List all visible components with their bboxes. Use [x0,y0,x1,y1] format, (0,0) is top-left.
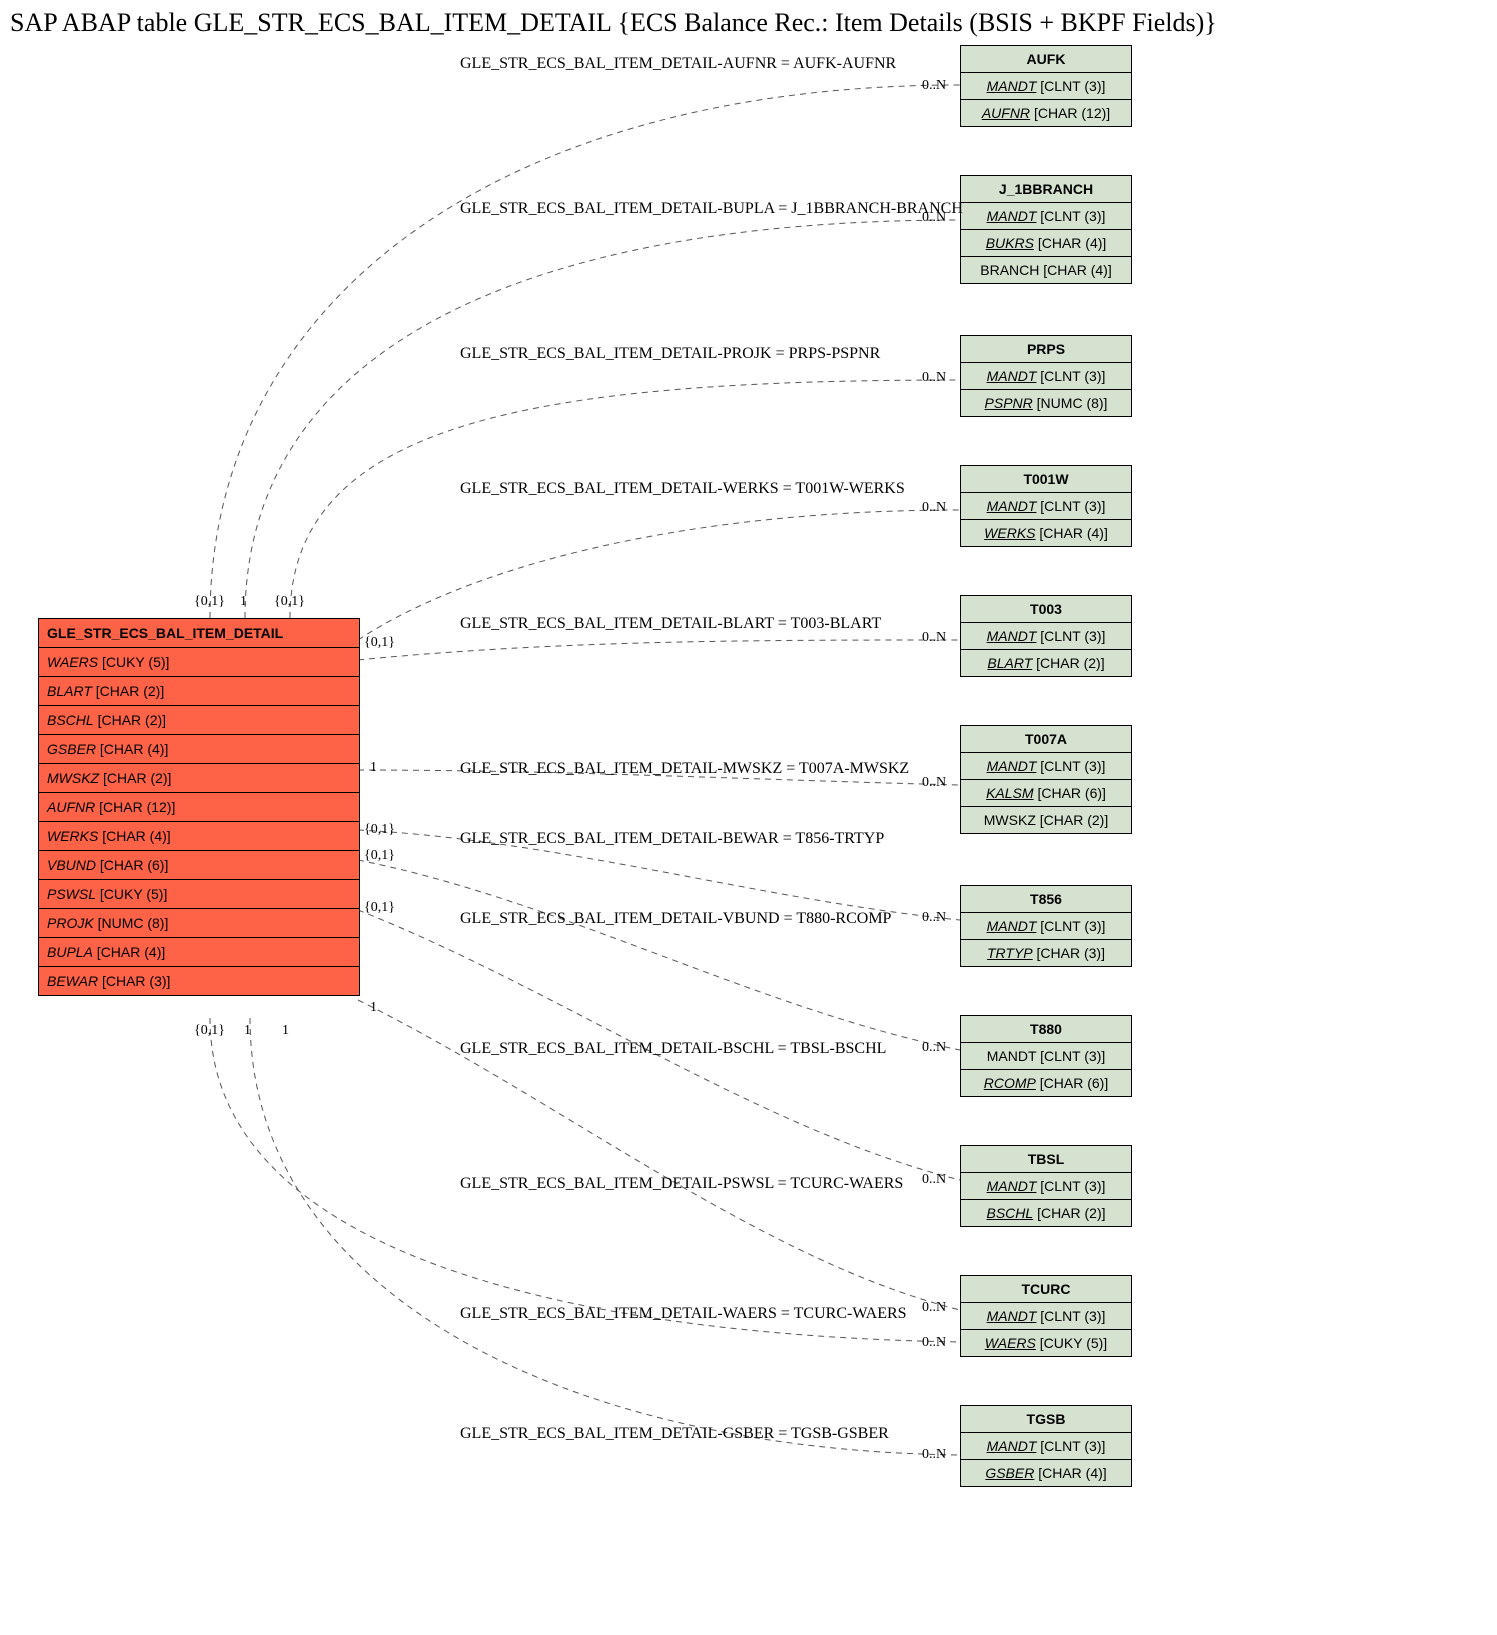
multiplicity-source: {0,1} [194,1023,225,1039]
relationship-label: GLE_STR_ECS_BAL_ITEM_DETAIL-BLART = T003… [460,615,881,633]
relationship-label: GLE_STR_ECS_BAL_ITEM_DETAIL-BUPLA = J_1B… [460,200,963,218]
multiplicity-target: 0..N [922,210,946,226]
ref-table-field: BSCHL [CHAR (2)] [961,1200,1131,1226]
multiplicity-target: 0..N [922,630,946,646]
ref-table-field: BLART [CHAR (2)] [961,650,1131,676]
multiplicity-source: {0,1} [194,594,225,610]
relationship-label: GLE_STR_ECS_BAL_ITEM_DETAIL-PSWSL = TCUR… [460,1175,903,1193]
ref-table-field: MANDT [CLNT (3)] [961,1303,1131,1330]
ref-table-tcurc: TCURCMANDT [CLNT (3)]WAERS [CUKY (5)] [960,1275,1132,1357]
relationship-label: GLE_STR_ECS_BAL_ITEM_DETAIL-AUFNR = AUFK… [460,55,896,73]
ref-table-t856: T856MANDT [CLNT (3)]TRTYP [CHAR (3)] [960,885,1132,967]
ref-table-t001w: T001WMANDT [CLNT (3)]WERKS [CHAR (4)] [960,465,1132,547]
ref-table-j_1bbranch: J_1BBRANCHMANDT [CLNT (3)]BUKRS [CHAR (4… [960,175,1132,284]
ref-table-field: MANDT [CLNT (3)] [961,493,1131,520]
relationship-label: GLE_STR_ECS_BAL_ITEM_DETAIL-MWSKZ = T007… [460,760,909,778]
main-field-row: BEWAR [CHAR (3)] [39,967,359,995]
main-field-row: BUPLA [CHAR (4)] [39,938,359,967]
main-field-row: AUFNR [CHAR (12)] [39,793,359,822]
ref-table-field: RCOMP [CHAR (6)] [961,1070,1131,1096]
multiplicity-source: {0,1} [274,594,305,610]
multiplicity-target: 0..N [922,1447,946,1463]
multiplicity-source: {0,1} [364,822,395,838]
multiplicity-target: 0..N [922,1300,946,1316]
main-entity-name: GLE_STR_ECS_BAL_ITEM_DETAIL [39,619,359,648]
main-field-row: BLART [CHAR (2)] [39,677,359,706]
main-field-row: GSBER [CHAR (4)] [39,735,359,764]
ref-table-field: MANDT [CLNT (3)] [961,753,1131,780]
ref-table-field: MANDT [CLNT (3)] [961,1173,1131,1200]
ref-table-aufk: AUFKMANDT [CLNT (3)]AUFNR [CHAR (12)] [960,45,1132,127]
relationship-label: GLE_STR_ECS_BAL_ITEM_DETAIL-GSBER = TGSB… [460,1425,889,1443]
diagram-title: SAP ABAP table GLE_STR_ECS_BAL_ITEM_DETA… [10,8,1217,38]
multiplicity-target: 0..N [922,370,946,386]
ref-table-field: MANDT [CLNT (3)] [961,1043,1131,1070]
multiplicity-target: 0..N [922,78,946,94]
ref-table-field: MANDT [CLNT (3)] [961,203,1131,230]
ref-table-tgsb: TGSBMANDT [CLNT (3)]GSBER [CHAR (4)] [960,1405,1132,1487]
multiplicity-target: 0..N [922,500,946,516]
multiplicity-target: 0..N [922,775,946,791]
multiplicity-target: 0..N [922,1172,946,1188]
ref-table-name: AUFK [961,46,1131,73]
ref-table-name: T001W [961,466,1131,493]
multiplicity-target: 0..N [922,1040,946,1056]
main-entity-table: GLE_STR_ECS_BAL_ITEM_DETAIL WAERS [CUKY … [38,618,360,996]
ref-table-field: BRANCH [CHAR (4)] [961,257,1131,283]
ref-table-name: T007A [961,726,1131,753]
ref-table-field: GSBER [CHAR (4)] [961,1460,1131,1486]
relationship-label: GLE_STR_ECS_BAL_ITEM_DETAIL-BSCHL = TBSL… [460,1040,886,1058]
main-field-row: MWSKZ [CHAR (2)] [39,764,359,793]
multiplicity-source: {0,1} [364,900,395,916]
ref-table-field: AUFNR [CHAR (12)] [961,100,1131,126]
ref-table-t003: T003MANDT [CLNT (3)]BLART [CHAR (2)] [960,595,1132,677]
multiplicity-source: {0,1} [364,635,395,651]
multiplicity-source: 1 [370,1000,377,1016]
main-field-row: WAERS [CUKY (5)] [39,648,359,677]
ref-table-tbsl: TBSLMANDT [CLNT (3)]BSCHL [CHAR (2)] [960,1145,1132,1227]
ref-table-name: TCURC [961,1276,1131,1303]
ref-table-field: TRTYP [CHAR (3)] [961,940,1131,966]
main-field-row: BSCHL [CHAR (2)] [39,706,359,735]
multiplicity-target: 0..N [922,1335,946,1351]
multiplicity-source: 1 [244,1023,251,1039]
relationship-label: GLE_STR_ECS_BAL_ITEM_DETAIL-WAERS = TCUR… [460,1305,907,1323]
ref-table-name: T880 [961,1016,1131,1043]
ref-table-field: MANDT [CLNT (3)] [961,363,1131,390]
ref-table-field: BUKRS [CHAR (4)] [961,230,1131,257]
main-field-row: VBUND [CHAR (6)] [39,851,359,880]
main-field-row: WERKS [CHAR (4)] [39,822,359,851]
ref-table-field: MANDT [CLNT (3)] [961,1433,1131,1460]
ref-table-field: WAERS [CUKY (5)] [961,1330,1131,1356]
ref-table-name: PRPS [961,336,1131,363]
ref-table-field: WERKS [CHAR (4)] [961,520,1131,546]
multiplicity-source: 1 [282,1023,289,1039]
ref-table-field: MWSKZ [CHAR (2)] [961,807,1131,833]
multiplicity-target: 0..N [922,910,946,926]
ref-table-name: J_1BBRANCH [961,176,1131,203]
ref-table-t007a: T007AMANDT [CLNT (3)]KALSM [CHAR (6)]MWS… [960,725,1132,834]
ref-table-name: TBSL [961,1146,1131,1173]
ref-table-prps: PRPSMANDT [CLNT (3)]PSPNR [NUMC (8)] [960,335,1132,417]
ref-table-field: MANDT [CLNT (3)] [961,73,1131,100]
relationship-label: GLE_STR_ECS_BAL_ITEM_DETAIL-BEWAR = T856… [460,830,884,848]
multiplicity-source: 1 [370,760,377,776]
main-field-row: PSWSL [CUKY (5)] [39,880,359,909]
multiplicity-source: 1 [240,594,247,610]
main-field-row: PROJK [NUMC (8)] [39,909,359,938]
multiplicity-source: {0,1} [364,848,395,864]
ref-table-field: PSPNR [NUMC (8)] [961,390,1131,416]
ref-table-field: MANDT [CLNT (3)] [961,623,1131,650]
ref-table-field: MANDT [CLNT (3)] [961,913,1131,940]
relationship-label: GLE_STR_ECS_BAL_ITEM_DETAIL-PROJK = PRPS… [460,345,880,363]
relationship-label: GLE_STR_ECS_BAL_ITEM_DETAIL-WERKS = T001… [460,480,905,498]
ref-table-t880: T880MANDT [CLNT (3)]RCOMP [CHAR (6)] [960,1015,1132,1097]
ref-table-name: T856 [961,886,1131,913]
ref-table-field: KALSM [CHAR (6)] [961,780,1131,807]
ref-table-name: T003 [961,596,1131,623]
relationship-label: GLE_STR_ECS_BAL_ITEM_DETAIL-VBUND = T880… [460,910,891,928]
ref-table-name: TGSB [961,1406,1131,1433]
